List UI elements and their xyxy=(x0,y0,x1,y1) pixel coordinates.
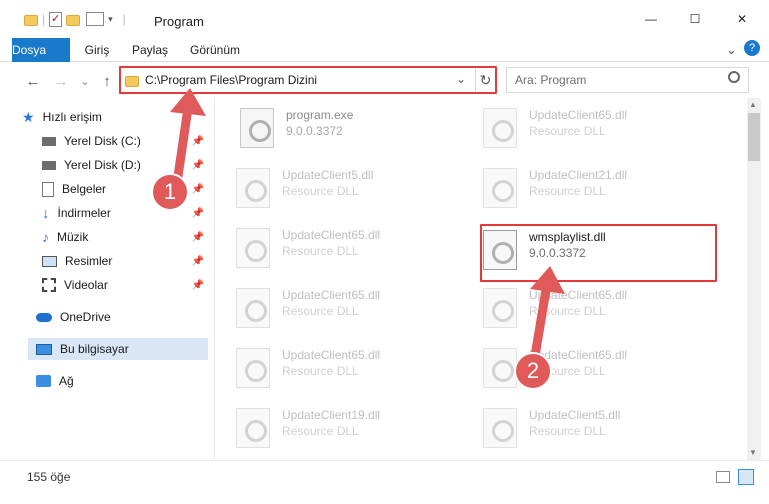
status-bar xyxy=(0,460,769,504)
step-1-badge: 1 xyxy=(151,173,189,211)
item-count: 155 öğe xyxy=(27,470,71,484)
tiles-view-icon[interactable] xyxy=(738,469,754,485)
step-2-badge: 2 xyxy=(514,352,552,390)
scrollbar-thumb[interactable] xyxy=(748,113,760,161)
scroll-up-icon[interactable]: ▲ xyxy=(749,100,757,109)
scroll-down-icon[interactable]: ▼ xyxy=(749,448,757,457)
details-view-icon[interactable] xyxy=(716,471,730,483)
annotation-arrows xyxy=(170,88,565,373)
